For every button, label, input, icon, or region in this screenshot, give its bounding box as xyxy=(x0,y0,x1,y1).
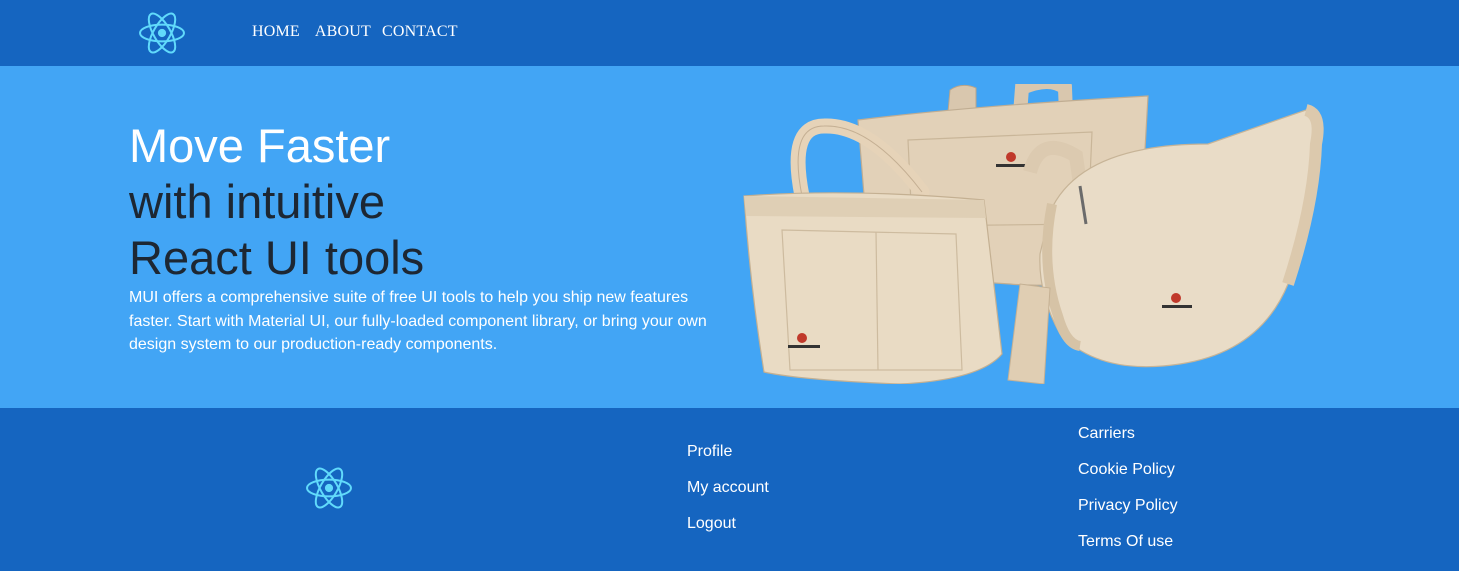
nav-menu: HOME ABOUT CONTACT xyxy=(252,23,458,41)
footer-account-links: Profile My account Logout xyxy=(687,443,769,551)
footer-link-terms-of-use[interactable]: Terms Of use xyxy=(1078,533,1178,569)
hero-title-line-2: with intuitive xyxy=(129,175,385,228)
footer-legal-links: Carriers Cookie Policy Privacy Policy Te… xyxy=(1078,425,1178,569)
react-logo-icon[interactable] xyxy=(303,464,355,512)
nav-link-home[interactable]: HOME xyxy=(252,23,300,41)
react-logo-icon[interactable] xyxy=(136,9,188,57)
hero-section: Move Faster with intuitive React UI tool… xyxy=(0,66,1459,408)
footer-link-cookie-policy[interactable]: Cookie Policy xyxy=(1078,461,1178,497)
hero-title-accent: Move Faster xyxy=(129,119,391,172)
nav-link-contact[interactable]: CONTACT xyxy=(382,23,458,41)
navbar: HOME ABOUT CONTACT xyxy=(0,0,1459,66)
right-crescent-bag xyxy=(1007,104,1324,384)
hero-title-line-3: React UI tools xyxy=(129,231,425,284)
footer-link-profile[interactable]: Profile xyxy=(687,443,769,479)
nav-link-about[interactable]: ABOUT xyxy=(315,23,371,41)
hero-description: MUI offers a comprehensive suite of free… xyxy=(129,289,707,353)
footer-link-my-account[interactable]: My account xyxy=(687,479,769,515)
footer: Profile My account Logout Carriers Cooki… xyxy=(0,408,1459,571)
tote-bags-image xyxy=(743,84,1324,384)
footer-link-logout[interactable]: Logout xyxy=(687,515,769,551)
footer-link-privacy-policy[interactable]: Privacy Policy xyxy=(1078,497,1178,533)
footer-link-carriers[interactable]: Carriers xyxy=(1078,425,1178,461)
hero-title: Move Faster with intuitive React UI tool… xyxy=(129,118,424,286)
